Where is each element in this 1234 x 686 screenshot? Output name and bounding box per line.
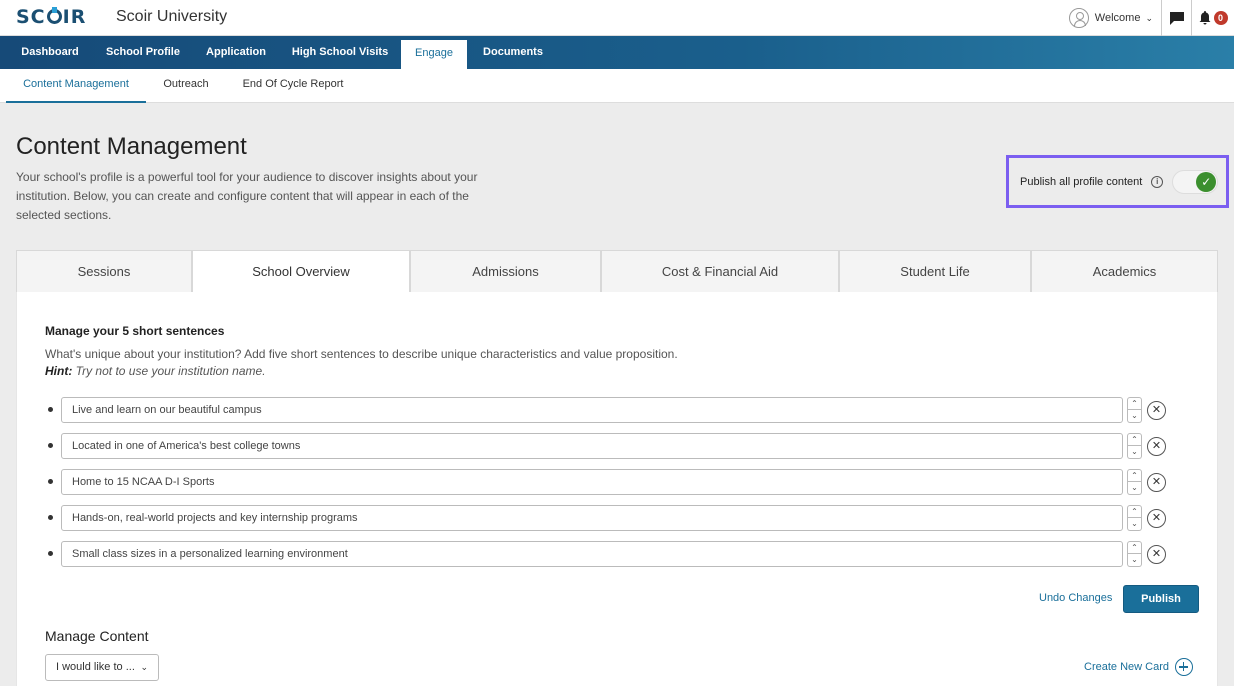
sentence-row: ⌃ ⌄ ✕ (45, 469, 1175, 495)
remove-sentence-button[interactable]: ✕ (1147, 509, 1166, 528)
chat-button[interactable] (1162, 0, 1192, 36)
page-title: Content Management (16, 133, 247, 160)
plus-circle-icon (1174, 658, 1193, 676)
remove-sentence-button[interactable]: ✕ (1147, 473, 1166, 492)
notification-badge: 0 (1213, 11, 1228, 25)
undo-changes-link[interactable]: Undo Changes (1039, 592, 1112, 604)
bullet (48, 479, 53, 484)
tab-student-life[interactable]: Student Life (839, 250, 1031, 293)
nav-engage[interactable]: Engage (401, 40, 467, 69)
sentence-input[interactable] (61, 541, 1123, 567)
reorder-stepper: ⌃ ⌄ (1127, 397, 1142, 423)
section-tabs: Sessions School Overview Admissions Cost… (16, 250, 1218, 293)
hint-text: Try not to use your institution name. (72, 364, 266, 378)
subnav-end-of-cycle-report[interactable]: End Of Cycle Report (236, 69, 350, 103)
nav-school-profile[interactable]: School Profile (100, 36, 186, 69)
nav-dashboard[interactable]: Dashboard (16, 36, 84, 69)
select-value: I would like to ... (56, 661, 135, 673)
info-icon[interactable]: i (1151, 175, 1164, 188)
move-up-icon[interactable]: ⌃ (1127, 433, 1142, 446)
subnav-outreach[interactable]: Outreach (156, 69, 216, 103)
subnav-content-management[interactable]: Content Management (6, 69, 146, 103)
create-card-label: Create New Card (1084, 661, 1169, 673)
move-up-icon[interactable]: ⌃ (1127, 505, 1142, 518)
move-up-icon[interactable]: ⌃ (1127, 541, 1142, 554)
sentences-title: Manage your 5 short sentences (45, 324, 225, 338)
nav-high-school-visits[interactable]: High School Visits (288, 36, 392, 69)
bullet (48, 515, 53, 520)
scoir-logo[interactable]: SC IR (16, 6, 86, 28)
move-down-icon[interactable]: ⌄ (1127, 554, 1142, 567)
move-down-icon[interactable]: ⌄ (1127, 410, 1142, 423)
bullet (48, 551, 53, 556)
sentence-row: ⌃ ⌄ ✕ (45, 541, 1175, 567)
create-new-card-button[interactable]: Create New Card (1084, 658, 1193, 676)
move-up-icon[interactable]: ⌃ (1127, 397, 1142, 410)
sentences-description: What's unique about your institution? Ad… (45, 347, 678, 361)
bell-icon (1199, 11, 1210, 25)
bullet (48, 407, 53, 412)
tab-school-overview[interactable]: School Overview (192, 250, 410, 293)
avatar-icon (1068, 8, 1089, 28)
tab-academics[interactable]: Academics (1031, 250, 1218, 293)
chevron-down-icon: ⌄ (1145, 12, 1153, 23)
sentence-input[interactable] (61, 469, 1123, 495)
sub-nav: Content Management Outreach End Of Cycle… (0, 69, 1234, 103)
content-action-select[interactable]: I would like to ... ⌄ (45, 654, 159, 681)
manage-content-title: Manage Content (45, 628, 149, 644)
move-up-icon[interactable]: ⌃ (1127, 469, 1142, 482)
sentences-hint: Hint: Try not to use your institution na… (45, 364, 266, 378)
user-menu[interactable]: Welcome ⌄ (1059, 0, 1162, 36)
main-nav: Dashboard School Profile Application Hig… (0, 36, 1234, 69)
page-description: Your school's profile is a powerful tool… (16, 170, 478, 222)
tab-sessions[interactable]: Sessions (16, 250, 192, 293)
publish-all-label: Publish all profile content (1020, 175, 1143, 188)
publish-all-toggle[interactable]: ✓ (1172, 169, 1219, 194)
reorder-stepper: ⌃ ⌄ (1127, 541, 1142, 567)
bullet (48, 443, 53, 448)
publish-all-control: Publish all profile content i ✓ (1006, 155, 1229, 208)
reorder-stepper: ⌃ ⌄ (1127, 469, 1142, 495)
sentence-input[interactable] (61, 433, 1123, 459)
sentence-row: ⌃ ⌄ ✕ (45, 397, 1175, 423)
sentence-row: ⌃ ⌄ ✕ (45, 433, 1175, 459)
welcome-label: Welcome (1094, 12, 1141, 24)
remove-sentence-button[interactable]: ✕ (1147, 545, 1166, 564)
top-header: SC IR Scoir University Welcome ⌄ 0 (0, 0, 1234, 36)
nav-documents[interactable]: Documents (478, 36, 548, 69)
move-down-icon[interactable]: ⌄ (1127, 482, 1142, 495)
hint-label: Hint: (45, 364, 73, 378)
nav-application[interactable]: Application (202, 36, 270, 69)
reorder-stepper: ⌃ ⌄ (1127, 505, 1142, 531)
tab-cost-financial-aid[interactable]: Cost & Financial Aid (601, 250, 839, 293)
header-actions: Welcome ⌄ 0 (1059, 0, 1234, 36)
sentence-input[interactable] (61, 505, 1123, 531)
check-icon: ✓ (1196, 171, 1217, 192)
sentence-row: ⌃ ⌄ ✕ (45, 505, 1175, 531)
chat-icon (1169, 11, 1184, 25)
publish-button[interactable]: Publish (1123, 585, 1199, 613)
school-overview-panel: Manage your 5 short sentences What's uni… (16, 292, 1218, 686)
move-down-icon[interactable]: ⌄ (1127, 446, 1142, 459)
tab-admissions[interactable]: Admissions (410, 250, 601, 293)
move-down-icon[interactable]: ⌄ (1127, 518, 1142, 531)
remove-sentence-button[interactable]: ✕ (1147, 437, 1166, 456)
notifications-button[interactable]: 0 (1192, 0, 1234, 36)
reorder-stepper: ⌃ ⌄ (1127, 433, 1142, 459)
chevron-down-icon: ⌄ (140, 662, 148, 672)
university-name: Scoir University (116, 8, 228, 25)
remove-sentence-button[interactable]: ✕ (1147, 401, 1166, 420)
sentence-input[interactable] (61, 397, 1123, 423)
